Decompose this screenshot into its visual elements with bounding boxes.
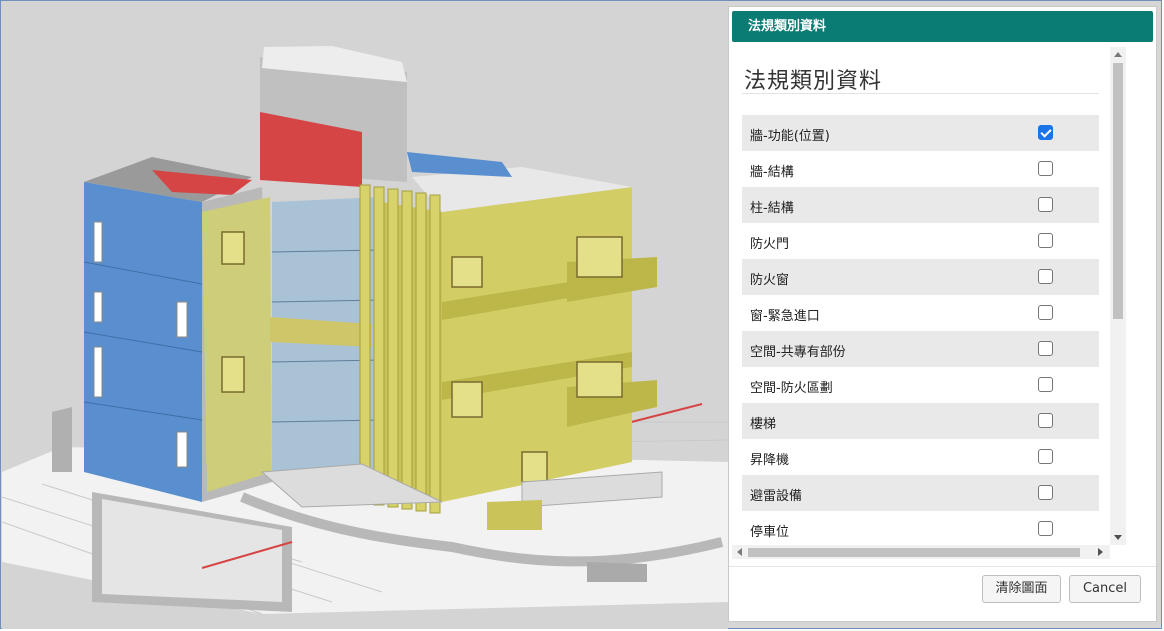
- list-item-label: 昇降機: [750, 453, 790, 468]
- list-item-label: 牆-結構: [750, 165, 794, 180]
- list-item-label: 牆-功能(位置): [750, 129, 830, 144]
- list-item-label: 樓梯: [750, 417, 777, 432]
- vertical-scroll-thumb[interactable]: [1113, 63, 1123, 319]
- list-item-label: 避雷設備: [750, 489, 803, 504]
- dialog-header-title: 法規類別資料: [732, 11, 1153, 42]
- category-checkbox[interactable]: [1038, 233, 1053, 248]
- list-item-label: 空間-共專有部份: [750, 345, 846, 360]
- list-item: 窗-緊急進口: [742, 295, 1099, 331]
- category-checkbox[interactable]: [1038, 413, 1053, 428]
- dialog-content[interactable]: 法規類別資料 牆-功能(位置) 牆-結構 柱-結構 防火門 防火窗 窗-緊急進口…: [732, 47, 1127, 555]
- scroll-up-icon[interactable]: [1114, 52, 1122, 57]
- list-item: 空間-防火區劃: [742, 367, 1099, 403]
- list-item: 防火窗: [742, 259, 1099, 295]
- vertical-scrollbar[interactable]: [1110, 47, 1126, 545]
- scroll-right-icon[interactable]: [1098, 548, 1103, 556]
- list-item: 空間-共專有部份: [742, 331, 1099, 367]
- footer-divider: [729, 566, 1156, 567]
- app-frame: 法規類別資料 法規類別資料 牆-功能(位置) 牆-結構 柱-結構 防火門 防火窗…: [0, 0, 1162, 629]
- list-item: 樓梯: [742, 403, 1099, 439]
- cancel-button[interactable]: Cancel: [1069, 575, 1141, 603]
- category-checkbox[interactable]: [1038, 377, 1053, 392]
- category-list: 牆-功能(位置) 牆-結構 柱-結構 防火門 防火窗 窗-緊急進口 空間-共專有…: [742, 115, 1099, 547]
- scroll-down-icon[interactable]: [1114, 535, 1122, 540]
- list-item: 柱-結構: [742, 187, 1099, 223]
- category-checkbox[interactable]: [1038, 197, 1053, 212]
- list-item: 避雷設備: [742, 475, 1099, 511]
- list-item-label: 停車位: [750, 525, 790, 540]
- building-model-render: [2, 46, 728, 615]
- list-item: 牆-功能(位置): [742, 115, 1099, 151]
- list-item-label: 柱-結構: [750, 201, 794, 216]
- category-checkbox[interactable]: [1038, 161, 1053, 176]
- list-item-label: 防火門: [750, 237, 790, 252]
- category-checkbox[interactable]: [1038, 341, 1053, 356]
- clear-drawing-button[interactable]: 清除圖面: [982, 575, 1061, 603]
- category-checkbox[interactable]: [1038, 449, 1053, 464]
- list-item: 牆-結構: [742, 151, 1099, 187]
- list-item-label: 空間-防火區劃: [750, 381, 833, 396]
- panel-title: 法規類別資料: [744, 69, 883, 94]
- model-viewport[interactable]: [2, 2, 728, 629]
- list-item: 停車位: [742, 511, 1099, 547]
- category-checkbox[interactable]: [1038, 269, 1053, 284]
- list-item: 昇降機: [742, 439, 1099, 475]
- list-item: 防火門: [742, 223, 1099, 259]
- category-checkbox[interactable]: [1038, 305, 1053, 320]
- category-checkbox[interactable]: [1038, 521, 1053, 536]
- list-item-label: 窗-緊急進口: [750, 309, 820, 324]
- horizontal-scrollbar[interactable]: [732, 545, 1110, 559]
- category-checkbox[interactable]: [1038, 485, 1053, 500]
- list-item-label: 防火窗: [750, 273, 790, 288]
- category-checkbox[interactable]: [1038, 125, 1053, 140]
- horizontal-scroll-thumb[interactable]: [748, 548, 1080, 557]
- scroll-left-icon[interactable]: [737, 548, 742, 556]
- regulation-category-dialog: 法規類別資料 法規類別資料 牆-功能(位置) 牆-結構 柱-結構 防火門 防火窗…: [728, 6, 1157, 622]
- title-divider: [742, 93, 1099, 94]
